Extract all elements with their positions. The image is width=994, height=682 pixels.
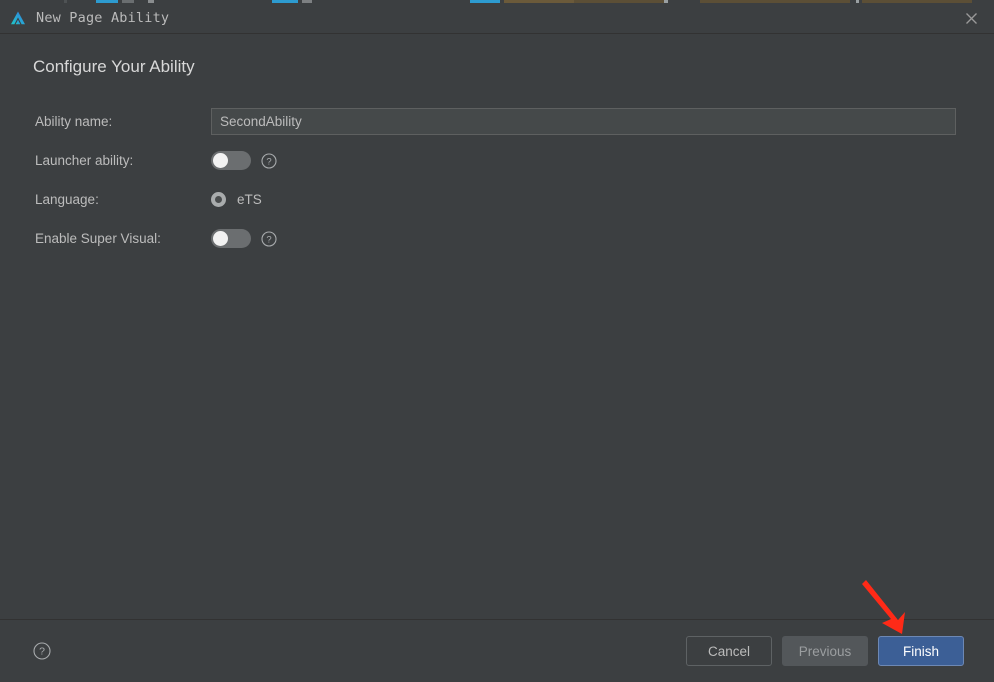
language-radio-ets[interactable]: eTS — [211, 192, 262, 207]
page-title: Configure Your Ability — [33, 57, 195, 76]
close-icon[interactable] — [948, 3, 994, 33]
svg-text:?: ? — [266, 234, 271, 245]
dialog-window: New Page Ability Configure Your Ability … — [0, 0, 994, 682]
enable-super-visual-label: Enable Super Visual: — [35, 231, 161, 246]
dialog-title: New Page Ability — [36, 10, 170, 26]
launcher-ability-control: ? — [211, 151, 277, 170]
launcher-ability-toggle[interactable] — [211, 151, 251, 170]
launcher-ability-question-mark-icon[interactable]: ? — [261, 152, 277, 169]
radio-dot — [215, 196, 222, 203]
language-label: Language: — [35, 192, 99, 207]
ability-name-label: Ability name: — [35, 114, 113, 129]
toggle-knob — [213, 153, 228, 168]
toggle-knob — [213, 231, 228, 246]
enable-super-visual-control: ? — [211, 229, 277, 248]
cancel-button[interactable]: Cancel — [686, 636, 772, 666]
language-option-label: eTS — [237, 192, 262, 207]
dialog-body: Configure Your Ability Ability name: Lau… — [0, 34, 994, 619]
form-row-ability-name: Ability name: — [0, 102, 994, 141]
previous-button[interactable]: Previous — [782, 636, 868, 666]
deveco-triangle-logo-icon — [10, 10, 26, 26]
new-page-ability-dialog: New Page Ability Configure Your Ability … — [0, 3, 994, 682]
dialog-titlebar: New Page Ability — [0, 3, 994, 34]
enable-super-visual-question-mark-icon[interactable]: ? — [261, 230, 277, 247]
radio-button-selected — [211, 192, 226, 207]
form-row-language: Language: eTS — [0, 180, 994, 219]
svg-text:?: ? — [39, 646, 45, 658]
enable-super-visual-toggle[interactable] — [211, 229, 251, 248]
dialog-footer: ? Cancel Previous Finish — [0, 619, 994, 682]
launcher-ability-label: Launcher ability: — [35, 153, 134, 168]
finish-button[interactable]: Finish — [878, 636, 964, 666]
ability-name-input[interactable] — [211, 108, 956, 135]
help-question-mark-icon[interactable]: ? — [33, 642, 51, 660]
svg-text:?: ? — [266, 156, 271, 167]
form-row-enable-super-visual: Enable Super Visual: ? — [0, 219, 994, 258]
language-control: eTS — [211, 192, 262, 207]
configure-ability-form: Ability name: Launcher ability: — [0, 102, 994, 258]
footer-button-group: Cancel Previous Finish — [686, 636, 964, 666]
form-row-launcher-ability: Launcher ability: ? — [0, 141, 994, 180]
ability-name-control — [211, 108, 956, 135]
